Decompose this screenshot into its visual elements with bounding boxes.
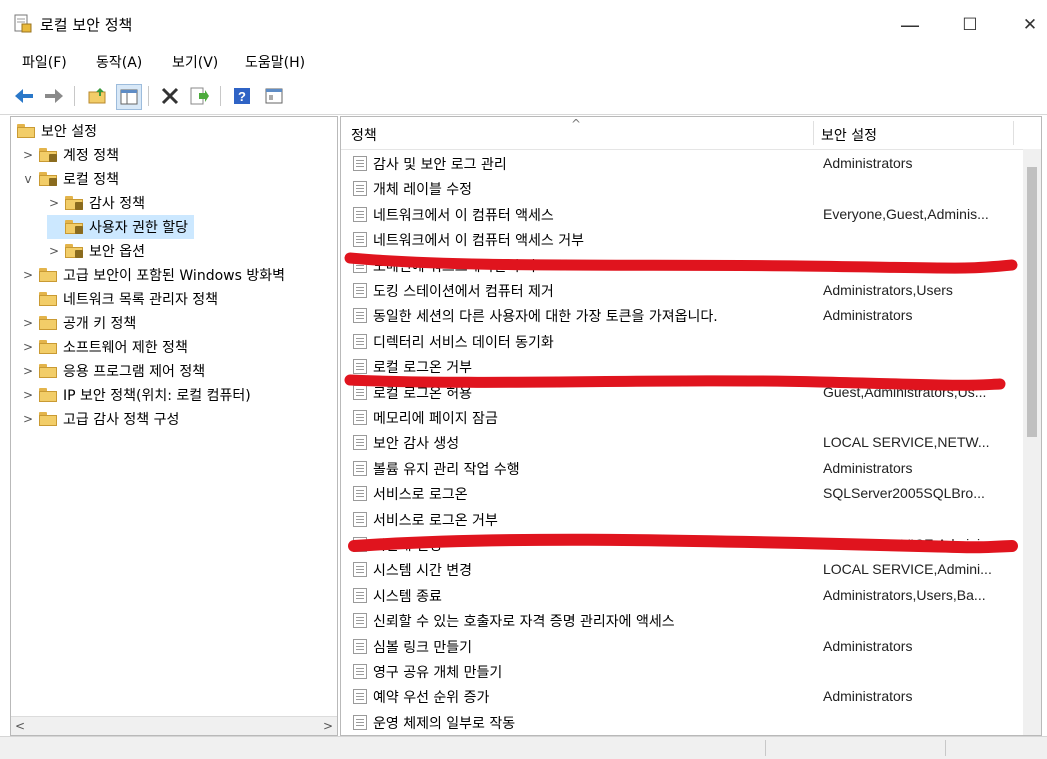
tree-item[interactable]: > 고급 보안이 포함된 Windows 방화벽 xyxy=(21,263,285,287)
security-folder-icon xyxy=(65,220,83,234)
menu-view[interactable]: 보기(V) xyxy=(172,52,218,72)
folder-icon xyxy=(39,292,57,306)
tree-item-label: 보안 옵션 xyxy=(89,244,145,260)
tree-item[interactable]: > 감사 정책 xyxy=(47,191,145,215)
security-folder-icon xyxy=(39,172,57,186)
security-folder-icon xyxy=(65,196,83,210)
chevron-down-icon[interactable]: v xyxy=(21,172,35,186)
tree-item-label: 계정 정책 xyxy=(63,148,119,164)
menu-action[interactable]: 동작(A) xyxy=(96,52,142,72)
tree-item[interactable]: 네트워크 목록 관리자 정책 xyxy=(21,287,218,311)
tree-item-label: IP 보안 정책(위치: 로컬 컴퓨터) xyxy=(63,388,251,404)
folder-icon xyxy=(39,316,57,330)
tree-item[interactable]: > 공개 키 정책 xyxy=(21,311,136,335)
toolbar: ? xyxy=(0,78,1047,115)
close-button[interactable]: ✕ xyxy=(1010,8,1047,42)
security-folder-icon xyxy=(39,148,57,162)
tree-item-label: 로컬 정책 xyxy=(63,172,119,188)
tree-item-label: 소프트웨어 제한 정책 xyxy=(63,340,188,356)
menu-help[interactable]: 도움말(H) xyxy=(245,52,305,72)
folder-icon xyxy=(39,388,57,402)
tree-item-label: 고급 보안이 포함된 Windows 방화벽 xyxy=(63,268,285,284)
lock-icon xyxy=(75,202,83,210)
chevron-right-icon[interactable]: > xyxy=(47,196,61,210)
chevron-right-icon[interactable]: > xyxy=(21,412,35,426)
tree-item[interactable]: v 로컬 정책 xyxy=(21,167,119,191)
svg-text:?: ? xyxy=(238,89,246,104)
folder-icon xyxy=(39,340,57,354)
tree-item[interactable]: 사용자 권한 할당 xyxy=(47,215,195,239)
up-folder-icon[interactable] xyxy=(86,84,110,108)
back-arrow-icon[interactable] xyxy=(12,84,36,108)
title-bar: 로컬 보안 정책 — ☐ ✕ xyxy=(0,0,1047,48)
maximize-button[interactable]: ☐ xyxy=(950,8,990,42)
horizontal-scrollbar[interactable]: < > xyxy=(11,716,337,735)
minimize-button[interactable]: — xyxy=(890,8,930,42)
menu-file[interactable]: 파일(F) xyxy=(22,52,67,72)
tree-item-label: 고급 감사 정책 구성 xyxy=(63,412,180,428)
navigation-tree-pane[interactable]: 보안 설정 > 계정 정책 v 로컬 정책 > 감사 정책 사용자 권한 할당 > 보안 옵션 > 고… xyxy=(10,116,338,736)
redaction-marks xyxy=(344,252,1018,554)
tree-item[interactable]: > 계정 정책 xyxy=(21,143,119,167)
tree-item-label: 응용 프로그램 제어 정책 xyxy=(63,364,206,380)
lock-icon xyxy=(75,250,83,258)
properties-view-icon[interactable] xyxy=(262,84,286,108)
export-list-icon[interactable] xyxy=(188,84,212,108)
lock-icon xyxy=(49,154,57,162)
tree-item-label: 네트워크 목록 관리자 정책 xyxy=(63,292,219,308)
tree-item[interactable]: > 보안 옵션 xyxy=(47,239,145,263)
chevron-right-icon[interactable]: > xyxy=(21,268,35,282)
show-hide-tree-icon[interactable] xyxy=(116,84,142,110)
redaction-stroke xyxy=(344,252,1018,274)
folder-icon xyxy=(39,412,57,426)
chevron-right-icon[interactable]: > xyxy=(21,340,35,354)
scroll-left-arrow[interactable]: < xyxy=(11,717,29,735)
local-security-policy-app-icon xyxy=(14,14,32,33)
tree-item-label: 공개 키 정책 xyxy=(63,316,137,332)
redaction-stroke xyxy=(348,533,1018,554)
lock-icon xyxy=(49,178,57,186)
lock-icon xyxy=(75,226,83,234)
tree-item[interactable]: > IP 보안 정책(위치: 로컬 컴퓨터) xyxy=(21,383,251,407)
redaction-stroke xyxy=(344,374,1006,391)
chevron-right-icon[interactable]: > xyxy=(21,388,35,402)
menu-bar: 파일(F) 동작(A) 보기(V) 도움말(H) xyxy=(0,48,1047,76)
forward-arrow-icon[interactable] xyxy=(42,84,66,108)
folder-icon xyxy=(39,268,57,282)
tree-item[interactable]: > 응용 프로그램 제어 정책 xyxy=(21,359,205,383)
delete-icon[interactable] xyxy=(158,84,182,108)
tree-item[interactable]: 보안 설정 xyxy=(13,119,97,143)
status-bar xyxy=(0,736,1047,759)
window-title: 로컬 보안 정책 xyxy=(40,16,133,34)
tree-item-label: 사용자 권한 할당 xyxy=(89,220,189,236)
chevron-right-icon[interactable]: > xyxy=(47,244,61,258)
tree-item[interactable]: > 소프트웨어 제한 정책 xyxy=(21,335,188,359)
help-icon[interactable]: ? xyxy=(230,84,254,108)
tree-item-label: 보안 설정 xyxy=(41,124,97,140)
tree-item-label: 감사 정책 xyxy=(89,196,145,212)
chevron-right-icon[interactable]: > xyxy=(21,316,35,330)
security-folder-icon xyxy=(65,244,83,258)
chevron-right-icon[interactable]: > xyxy=(21,364,35,378)
tree-item[interactable]: > 고급 감사 정책 구성 xyxy=(21,407,179,431)
folder-icon xyxy=(39,364,57,378)
chevron-right-icon[interactable]: > xyxy=(21,148,35,162)
folder-icon xyxy=(17,124,35,138)
scroll-right-arrow[interactable]: > xyxy=(319,717,337,735)
